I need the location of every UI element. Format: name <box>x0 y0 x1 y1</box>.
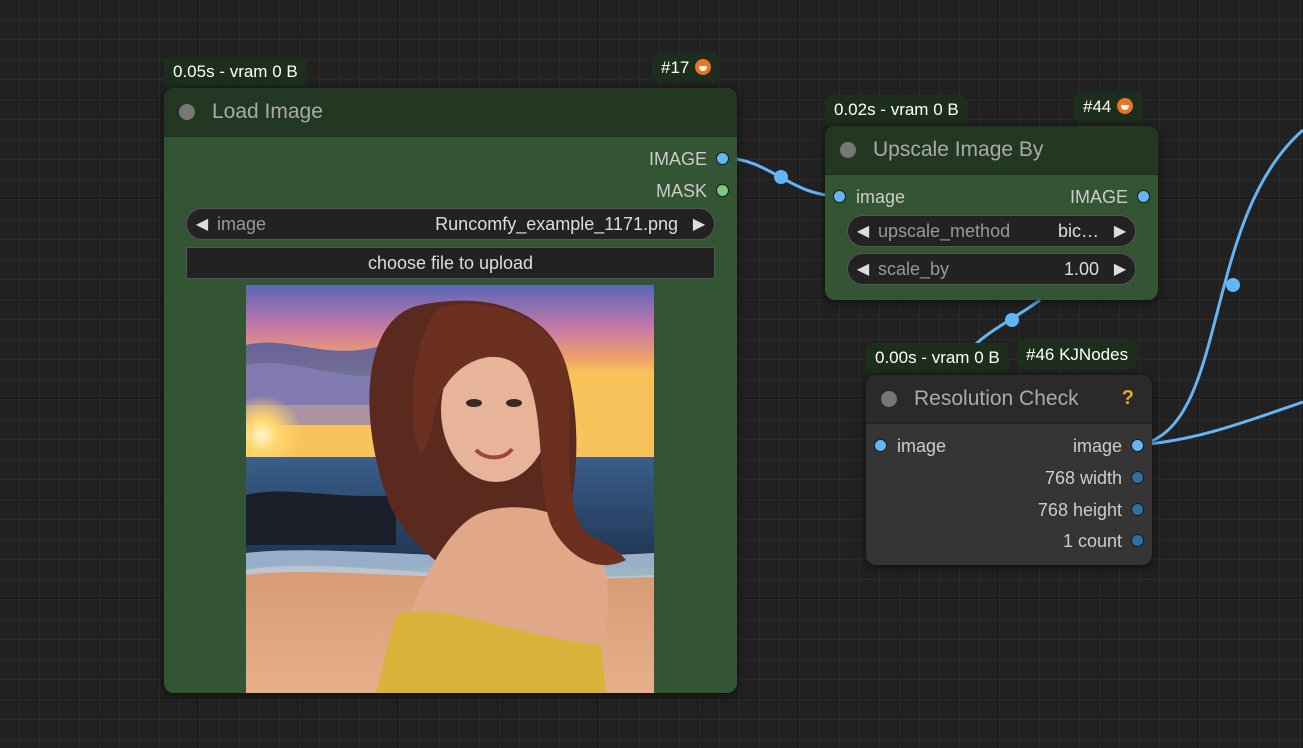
fox-icon <box>695 59 712 75</box>
output-slot-image[interactable] <box>716 152 729 165</box>
output-slot-image[interactable] <box>1137 190 1150 203</box>
output-label-mask: MASK <box>655 181 707 201</box>
output-label-width: 768 width <box>1044 468 1122 488</box>
input-label-image: image <box>856 187 906 207</box>
image-combo-widget[interactable]: ◀ image Runcomfy_example_1171.png ▶ <box>186 208 715 240</box>
output-label-count: 1 count <box>1062 531 1122 551</box>
arrow-right-icon[interactable]: ▶ <box>1105 221 1135 241</box>
resolution-check-node[interactable]: Resolution Check ? image image 768 width… <box>866 375 1152 565</box>
collapse-dot-icon[interactable] <box>881 391 897 407</box>
node-id-badge: #17 <box>652 53 721 83</box>
link-midpoint[interactable] <box>1226 278 1240 292</box>
node-title: Resolution Check <box>914 387 1079 410</box>
node-header[interactable]: Upscale Image By <box>825 126 1158 175</box>
image-preview <box>246 285 654 693</box>
widget-name: scale_by <box>878 258 950 279</box>
arrow-left-icon[interactable]: ◀ <box>187 214 217 234</box>
output-label-image: image <box>1072 436 1122 456</box>
timing-badge: 0.02s - vram 0 B <box>825 95 968 125</box>
collapse-dot-icon[interactable] <box>840 142 856 158</box>
sunset-beach-portrait-image <box>246 285 654 693</box>
output-slot-count[interactable] <box>1131 534 1144 547</box>
timing-badge: 0.05s - vram 0 B <box>164 57 307 87</box>
node-id-badge: #46 KJNodes <box>1017 340 1138 370</box>
collapse-dot-icon[interactable] <box>179 104 195 120</box>
node-header[interactable]: Load Image <box>164 88 737 137</box>
widget-name: upscale_method <box>878 220 1011 241</box>
choose-file-button[interactable]: choose file to upload <box>186 247 715 279</box>
load-image-node[interactable]: Load Image IMAGE MASK ◀ image Runcomfy_e… <box>164 88 737 693</box>
output-slot-image[interactable] <box>1131 439 1144 452</box>
timing-badge: 0.00s - vram 0 B <box>866 343 1009 373</box>
input-slot-image[interactable] <box>833 190 846 203</box>
widget-value: bic… <box>1057 220 1099 241</box>
output-slot-width[interactable] <box>1131 471 1144 484</box>
widget-value: 1.00 <box>1063 258 1099 279</box>
output-slot-mask[interactable] <box>716 184 729 197</box>
link-resolution-out-1[interactable] <box>1137 128 1303 447</box>
fox-icon <box>1117 98 1134 114</box>
output-label-image: IMAGE <box>1069 187 1128 207</box>
help-icon[interactable]: ? <box>1122 387 1134 410</box>
link-resolution-out-2[interactable] <box>1137 400 1303 447</box>
arrow-right-icon[interactable]: ▶ <box>1105 259 1135 279</box>
output-label-height: 768 height <box>1037 500 1122 520</box>
arrow-left-icon[interactable]: ◀ <box>848 259 878 279</box>
link-midpoint[interactable] <box>774 170 788 184</box>
arrow-right-icon[interactable]: ▶ <box>684 214 714 234</box>
widget-name: image <box>217 213 267 234</box>
upscale-image-node[interactable]: Upscale Image By image IMAGE ◀ upscale_m… <box>825 126 1158 300</box>
output-label-image: IMAGE <box>648 149 707 169</box>
arrow-left-icon[interactable]: ◀ <box>848 221 878 241</box>
widget-value: Runcomfy_example_1171.png <box>435 213 678 234</box>
input-label-image: image <box>897 436 947 456</box>
output-slot-height[interactable] <box>1131 503 1144 516</box>
scale-by-widget[interactable]: ◀ scale_by 1.00 ▶ <box>847 253 1136 285</box>
link-midpoint[interactable] <box>1005 313 1019 327</box>
input-slot-image[interactable] <box>874 439 887 452</box>
node-title: Load Image <box>212 100 323 123</box>
node-header[interactable]: Resolution Check ? <box>866 375 1152 424</box>
node-id-badge: #44 <box>1074 92 1143 122</box>
node-title: Upscale Image By <box>873 138 1044 161</box>
upscale-method-widget[interactable]: ◀ upscale_method bic… ▶ <box>847 215 1136 247</box>
